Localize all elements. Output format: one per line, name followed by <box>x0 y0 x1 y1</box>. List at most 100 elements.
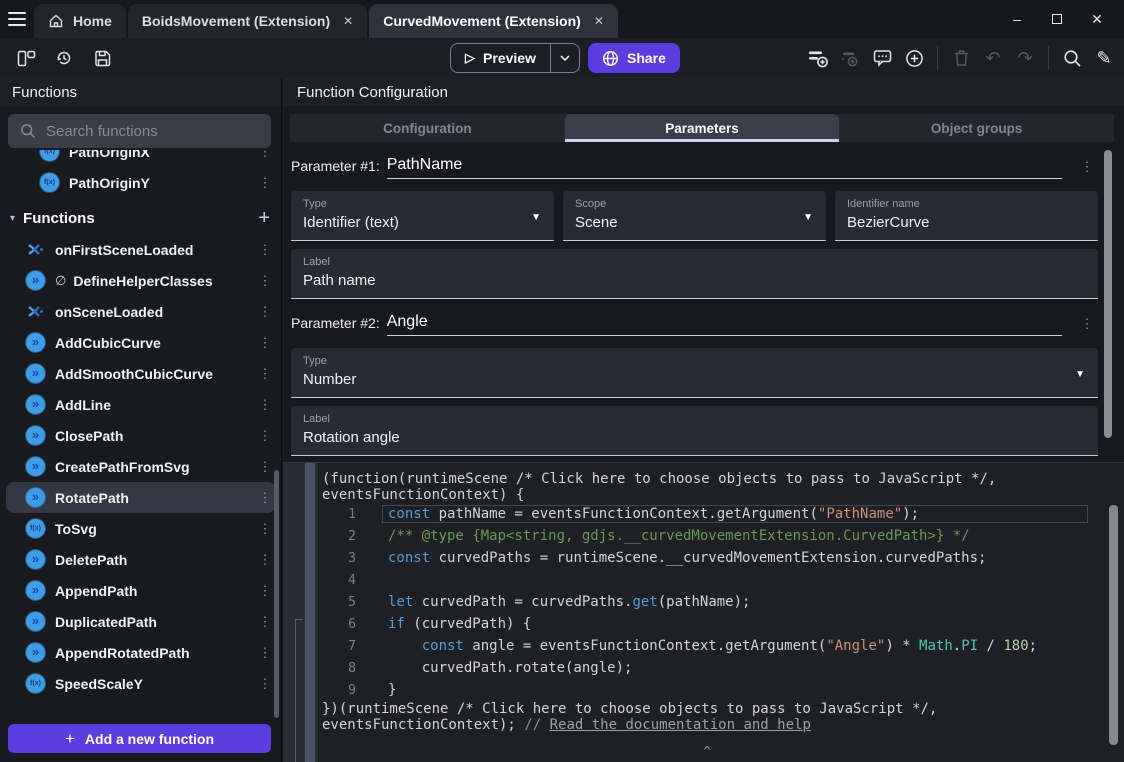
add-new-function-button[interactable]: + Add a new function <box>8 724 271 753</box>
function-item-speedscaley[interactable]: f(x)SpeedScaleY⋮ <box>6 668 276 699</box>
functions-scroll-area[interactable]: f(x)PathOriginX⋮f(x)PathOriginY⋮ ▾Functio… <box>0 150 282 724</box>
add-subevent-icon[interactable] <box>836 44 864 72</box>
add-circle-icon[interactable] <box>900 44 928 72</box>
code-line-8[interactable]: 8 curvedPath.rotate(angle); <box>318 657 1088 679</box>
close-tab-icon[interactable]: ✕ <box>343 14 353 28</box>
item-menu-icon[interactable]: ⋮ <box>254 366 276 382</box>
undo-icon[interactable]: ↶ <box>979 44 1007 72</box>
code-line-2[interactable]: 2/** @type {Map<string, gdjs.__curvedMov… <box>318 525 1088 547</box>
function-item-createpathfromsvg[interactable]: »CreatePathFromSvg⋮ <box>6 451 276 482</box>
tab-object-groups[interactable]: Object groups <box>839 114 1114 142</box>
redo-icon[interactable]: ↷ <box>1011 44 1039 72</box>
tab-parameters[interactable]: Parameters <box>565 114 840 142</box>
item-menu-icon[interactable]: ⋮ <box>254 304 276 320</box>
function-item-appendrotatedpath[interactable]: »AppendRotatedPath⋮ <box>6 637 276 668</box>
minimize-button[interactable]: – <box>1010 11 1024 27</box>
edit-extension-icon[interactable]: ✎ <box>1090 44 1118 72</box>
item-menu-icon[interactable]: ⋮ <box>254 645 276 661</box>
function-item-addsmoothcubiccurve[interactable]: »AddSmoothCubicCurve⋮ <box>6 358 276 389</box>
code-line-4[interactable]: 4 <box>318 569 1088 591</box>
close-tab-icon[interactable]: ✕ <box>594 14 604 28</box>
history-icon[interactable] <box>50 44 78 72</box>
function-item-tosvg[interactable]: f(x)ToSvg⋮ <box>6 513 276 544</box>
search-functions-box[interactable] <box>8 114 271 148</box>
panels-icon[interactable] <box>12 44 40 72</box>
code-wrapper-line[interactable]: eventsFunctionContext) { <box>318 487 1088 503</box>
parameters-scrollbar[interactable] <box>1104 150 1112 438</box>
main-menu-button[interactable] <box>0 0 34 38</box>
search-functions-input[interactable] <box>46 123 246 140</box>
function-item-appendpath[interactable]: »AppendPath⋮ <box>6 575 276 606</box>
documentation-link[interactable]: Read the documentation and help <box>550 717 811 733</box>
parameter-1-name-input[interactable]: PathName <box>387 156 1062 179</box>
function-item-definehelperclasses[interactable]: »∅DefineHelperClasses⋮ <box>6 265 276 296</box>
code-wrapper-line[interactable]: (function(runtimeScene /* Click here to … <box>318 471 1088 487</box>
item-menu-icon[interactable]: ⋮ <box>254 242 276 258</box>
tab-configuration[interactable]: Configuration <box>290 114 565 142</box>
item-menu-icon[interactable]: ⋮ <box>254 428 276 444</box>
item-menu-icon[interactable]: ⋮ <box>254 583 276 599</box>
add-function-plus-icon[interactable]: + <box>258 207 270 230</box>
add-event-icon[interactable] <box>804 44 832 72</box>
type-select[interactable]: Type Identifier (text) ▼ <box>291 191 554 241</box>
event-selection-bar[interactable] <box>305 463 315 762</box>
function-item-label: RotatePath <box>55 490 254 506</box>
item-menu-icon[interactable]: ⋮ <box>254 175 276 191</box>
item-menu-icon[interactable]: ⋮ <box>254 459 276 475</box>
item-menu-icon[interactable]: ⋮ <box>254 614 276 630</box>
tab-curvedmovement[interactable]: CurvedMovement (Extension) ✕ <box>369 4 618 38</box>
collapse-caret-icon[interactable]: ^ <box>704 744 711 758</box>
preview-dropdown-button[interactable] <box>551 44 579 72</box>
code-wrapper-line[interactable]: eventsFunctionContext); // Read the docu… <box>318 717 1088 733</box>
add-comment-icon[interactable] <box>868 44 896 72</box>
share-button[interactable]: Share <box>588 43 680 73</box>
function-item-pathoriginx[interactable]: f(x)PathOriginX⋮ <box>6 150 276 167</box>
function-item-addline[interactable]: »AddLine⋮ <box>6 389 276 420</box>
item-menu-icon[interactable]: ⋮ <box>254 552 276 568</box>
function-item-onsceneloaded[interactable]: onSceneLoaded⋮ <box>6 296 276 327</box>
item-menu-icon[interactable]: ⋮ <box>254 397 276 413</box>
item-menu-icon[interactable]: ⋮ <box>254 335 276 351</box>
search-icon[interactable] <box>1058 44 1086 72</box>
close-window-button[interactable]: ✕ <box>1090 11 1104 28</box>
tab-home[interactable]: Home <box>34 4 126 38</box>
parameter-2-menu-icon[interactable]: ⋮ <box>1076 316 1098 336</box>
code-line-6[interactable]: 6if (curvedPath) { <box>318 613 1088 635</box>
function-item-deletepath[interactable]: »DeletePath⋮ <box>6 544 276 575</box>
javascript-code-editor[interactable]: (function(runtimeScene /* Click here to … <box>283 462 1124 762</box>
code-line-3[interactable]: 3const curvedPaths = runtimeScene.__curv… <box>318 547 1088 569</box>
item-menu-icon[interactable]: ⋮ <box>254 676 276 692</box>
parameter-1-menu-icon[interactable]: ⋮ <box>1076 159 1098 179</box>
sidebar-scrollbar[interactable] <box>274 470 279 718</box>
preview-button-main[interactable]: ▷ Preview <box>451 44 550 72</box>
functions-section-header[interactable]: ▾Functions+ <box>0 202 282 234</box>
identifier-name-input[interactable]: Identifier name BezierCurve <box>835 191 1098 241</box>
code-scrollbar[interactable] <box>1109 505 1118 745</box>
code-wrapper-line[interactable]: })(runtimeScene /* Click here to choose … <box>318 701 1088 717</box>
maximize-button[interactable] <box>1050 11 1064 27</box>
item-menu-icon[interactable]: ⋮ <box>254 273 276 289</box>
item-menu-icon[interactable]: ⋮ <box>254 521 276 537</box>
save-icon[interactable] <box>88 44 116 72</box>
scope-select[interactable]: Scope Scene ▼ <box>563 191 826 241</box>
parameter-2-name-input[interactable]: Angle <box>387 313 1062 336</box>
collapse-triangle-icon[interactable]: ▾ <box>10 213 15 224</box>
function-item-duplicatedpath[interactable]: »DuplicatedPath⋮ <box>6 606 276 637</box>
item-menu-icon[interactable]: ⋮ <box>254 150 276 160</box>
type-select-parameter-2[interactable]: Type Number ▼ <box>291 348 1098 398</box>
parameter-2-label-input[interactable]: Label Rotation angle <box>291 406 1098 456</box>
preview-button[interactable]: ▷ Preview <box>450 43 580 73</box>
tab-boidsmovement[interactable]: BoidsMovement (Extension) ✕ <box>128 4 367 38</box>
code-line-7[interactable]: 7 const angle = eventsFunctionContext.ge… <box>318 635 1088 657</box>
trash-icon[interactable] <box>947 44 975 72</box>
code-line-5[interactable]: 5let curvedPath = curvedPaths.get(pathNa… <box>318 591 1088 613</box>
item-menu-icon[interactable]: ⋮ <box>254 490 276 506</box>
function-item-addcubiccurve[interactable]: »AddCubicCurve⋮ <box>6 327 276 358</box>
code-line-1[interactable]: 1const pathName = eventsFunctionContext.… <box>318 503 1088 525</box>
function-item-rotatepath[interactable]: »RotatePath⋮ <box>6 482 276 513</box>
function-item-closepath[interactable]: »ClosePath⋮ <box>6 420 276 451</box>
function-item-pathoriginy[interactable]: f(x)PathOriginY⋮ <box>6 167 276 198</box>
code-line-9[interactable]: 9} <box>318 679 1088 701</box>
parameter-1-label-input[interactable]: Label Path name <box>291 249 1098 299</box>
function-item-onfirstsceneloaded[interactable]: onFirstSceneLoaded⋮ <box>6 234 276 265</box>
